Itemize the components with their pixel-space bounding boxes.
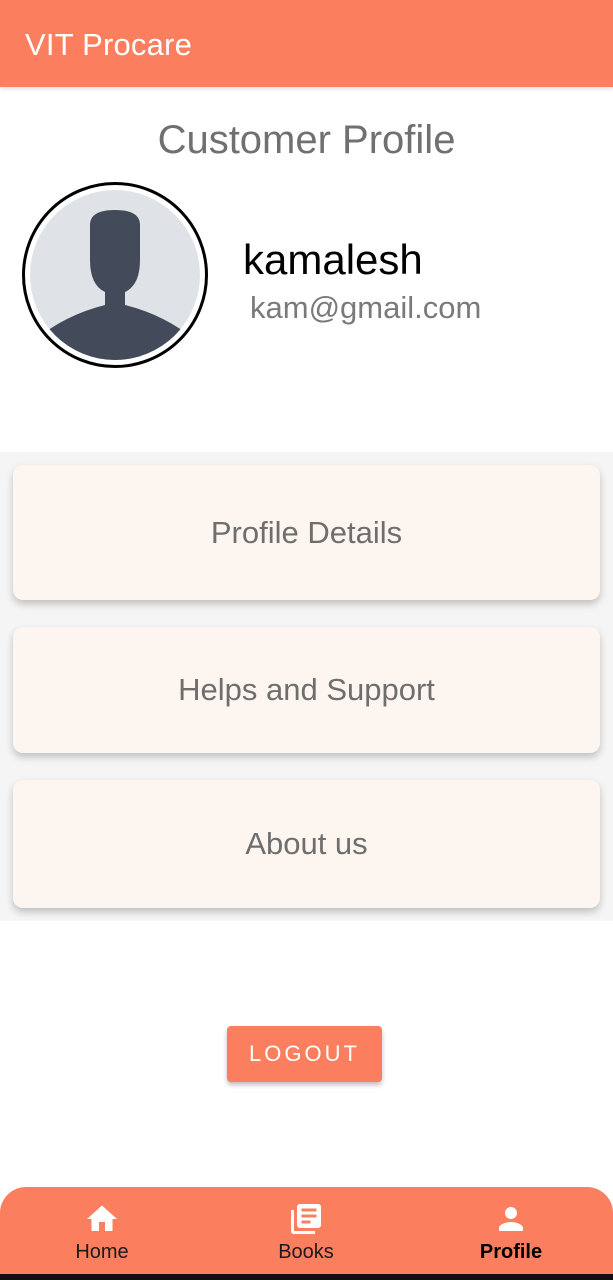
app-title: VIT Procare: [25, 27, 193, 62]
nav-item-home[interactable]: Home: [32, 1187, 172, 1274]
profile-details-label: Profile Details: [210, 514, 403, 550]
user-email: kam@gmail.com: [250, 290, 482, 325]
profile-details-button[interactable]: Profile Details: [13, 465, 600, 600]
about-us-button[interactable]: About us: [13, 780, 600, 908]
avatar: [22, 182, 208, 368]
help-support-label: Helps and Support: [178, 672, 435, 707]
page-title: Customer Profile: [157, 118, 456, 162]
nav-item-books[interactable]: Books: [236, 1187, 376, 1274]
person-icon: [499, 1207, 523, 1231]
system-navigation-bar: [0, 1274, 613, 1280]
app-bar: VIT Procare: [0, 0, 613, 87]
home-icon: [87, 1205, 117, 1231]
about-us-label: About us: [245, 826, 368, 861]
nav-item-profile[interactable]: Profile: [441, 1187, 581, 1274]
help-support-button[interactable]: Helps and Support: [13, 627, 600, 753]
logout-button[interactable]: LOGOUT: [227, 1026, 382, 1082]
avatar-frame: [30, 190, 200, 360]
bottom-navigation: Home Books Profile: [0, 1187, 613, 1274]
user-name: kamalesh: [243, 236, 423, 283]
menu-section: Profile Details Helps and Support About …: [0, 452, 613, 921]
logout-label: LOGOUT: [249, 1041, 360, 1066]
person-silhouette-icon: [35, 210, 195, 360]
nav-label-home: Home: [75, 1241, 129, 1263]
library-books-icon: [291, 1204, 321, 1234]
nav-label-books: Books: [278, 1241, 334, 1263]
profile-screen: VIT Procare Customer Profile kamalesh ka…: [0, 0, 613, 1280]
nav-label-profile: Profile: [479, 1241, 543, 1263]
